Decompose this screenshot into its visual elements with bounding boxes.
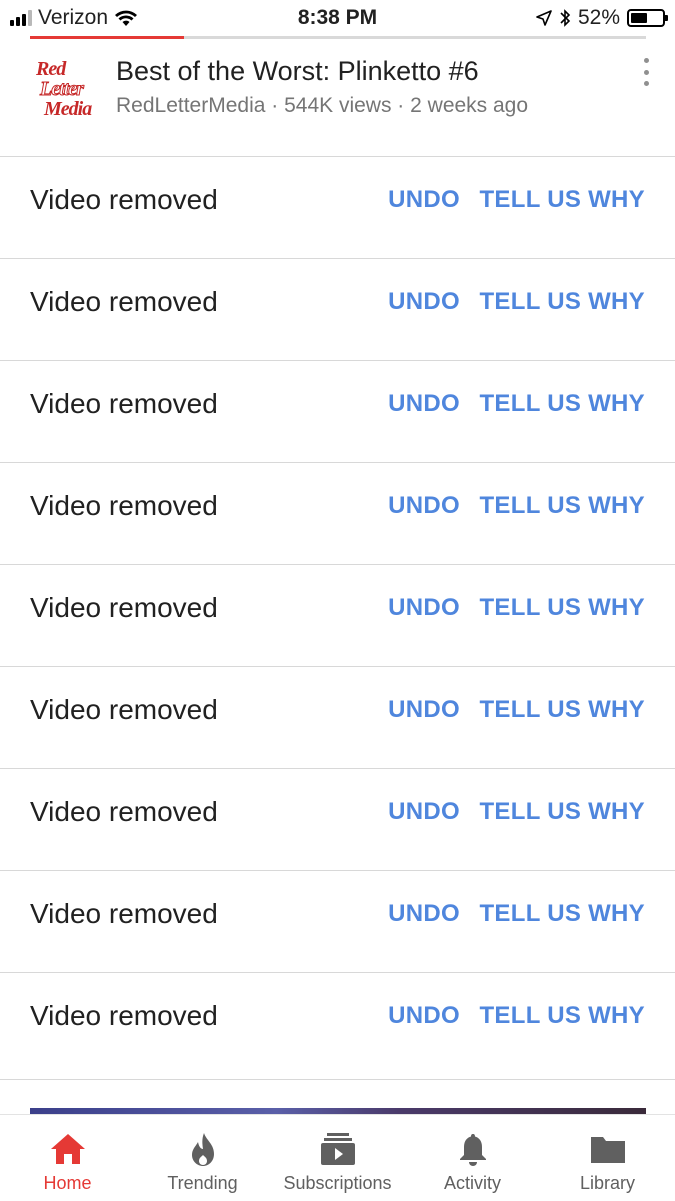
undo-button[interactable]: UNDO <box>388 594 460 622</box>
tell-us-why-button[interactable]: TELL US WHY <box>479 492 645 520</box>
playback-progress-bar[interactable] <box>30 36 646 39</box>
undo-button[interactable]: UNDO <box>388 492 460 520</box>
undo-button[interactable]: UNDO <box>388 186 460 214</box>
removed-message: Video removed <box>30 388 218 419</box>
more-vertical-icon[interactable] <box>641 58 651 86</box>
folder-icon <box>590 1137 625 1163</box>
removed-item-row: Video removed UNDO TELL US WHY <box>0 564 675 666</box>
tab-label: Trending <box>167 1173 238 1193</box>
removed-message: Video removed <box>30 490 218 521</box>
tab-label: Home <box>43 1173 92 1193</box>
tab-label: Library <box>579 1173 636 1193</box>
home-icon <box>50 1134 85 1164</box>
battery-icon <box>627 9 668 27</box>
tab-home[interactable]: Home <box>0 1115 135 1201</box>
removed-message: Video removed <box>30 286 218 317</box>
list-divider <box>0 1079 675 1080</box>
video-meta: RedLetterMedia · 544K views · 2 weeks ag… <box>116 94 529 117</box>
removed-message: Video removed <box>30 1000 218 1031</box>
removed-item-row: Video removed UNDO TELL US WHY <box>0 462 675 564</box>
tab-trending[interactable]: Trending <box>135 1115 270 1201</box>
removed-item-row: Video removed UNDO TELL US WHY <box>0 156 675 258</box>
battery-percent: 52% <box>577 6 620 29</box>
tell-us-why-button[interactable]: TELL US WHY <box>479 288 645 316</box>
tell-us-why-button[interactable]: TELL US WHY <box>479 1002 645 1030</box>
undo-button[interactable]: UNDO <box>388 390 460 418</box>
video-title[interactable]: Best of the Worst: Plinketto #6 <box>116 56 479 87</box>
removed-item-row: Video removed UNDO TELL US WHY <box>0 972 675 1074</box>
removed-message: Video removed <box>30 796 218 827</box>
tell-us-why-button[interactable]: TELL US WHY <box>479 900 645 928</box>
removed-message: Video removed <box>30 898 218 929</box>
tab-label: Activity <box>443 1173 501 1193</box>
tell-us-why-button[interactable]: TELL US WHY <box>479 390 645 418</box>
tell-us-why-button[interactable]: TELL US WHY <box>479 594 645 622</box>
playback-progress-fill <box>30 36 184 39</box>
bell-icon <box>459 1134 486 1166</box>
status-bar: Verizon 8:38 PM 52% <box>0 0 675 36</box>
removed-videos-list: Video removed UNDO TELL US WHY Video rem… <box>0 156 675 1074</box>
tell-us-why-button[interactable]: TELL US WHY <box>479 186 645 214</box>
undo-button[interactable]: UNDO <box>388 798 460 826</box>
removed-item-row: Video removed UNDO TELL US WHY <box>0 768 675 870</box>
removed-message: Video removed <box>30 592 218 623</box>
tab-label: Subscriptions <box>283 1173 392 1193</box>
bottom-navigation: Home Trending Subscriptions Activity Lib… <box>0 1114 675 1201</box>
now-playing-header[interactable]: Red Letter Media Best of the Worst: Plin… <box>0 44 675 156</box>
removed-message: Video removed <box>30 184 218 215</box>
undo-button[interactable]: UNDO <box>388 696 460 724</box>
flame-icon <box>191 1133 214 1166</box>
undo-button[interactable]: UNDO <box>388 900 460 928</box>
subscriptions-icon <box>320 1133 355 1165</box>
removed-message: Video removed <box>30 694 218 725</box>
channel-logo[interactable]: Red Letter Media <box>30 56 98 126</box>
status-right: 52% <box>536 6 668 30</box>
tab-subscriptions[interactable]: Subscriptions <box>270 1115 405 1201</box>
undo-button[interactable]: UNDO <box>388 1002 460 1030</box>
undo-button[interactable]: UNDO <box>388 288 460 316</box>
removed-item-row: Video removed UNDO TELL US WHY <box>0 870 675 972</box>
tell-us-why-button[interactable]: TELL US WHY <box>479 696 645 724</box>
removed-item-row: Video removed UNDO TELL US WHY <box>0 666 675 768</box>
tell-us-why-button[interactable]: TELL US WHY <box>479 798 645 826</box>
removed-item-row: Video removed UNDO TELL US WHY <box>0 258 675 360</box>
location-icon <box>536 10 552 26</box>
tab-activity[interactable]: Activity <box>405 1115 540 1201</box>
bluetooth-icon <box>560 9 571 27</box>
removed-item-row: Video removed UNDO TELL US WHY <box>0 360 675 462</box>
logo-text-line: Media <box>44 98 92 120</box>
tab-library[interactable]: Library <box>540 1115 675 1201</box>
